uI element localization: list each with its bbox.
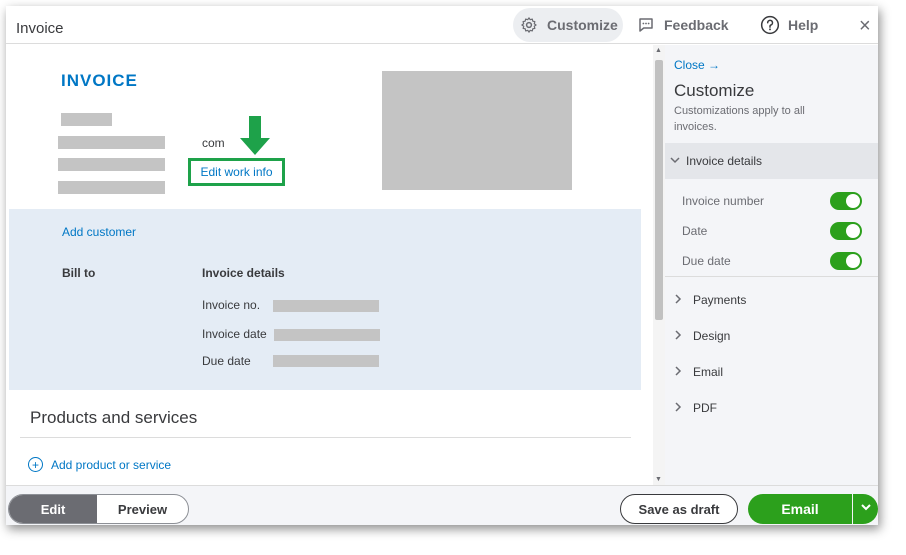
scrollbar[interactable]: ▲ ▼ <box>653 45 665 485</box>
window-title: Invoice <box>16 20 64 37</box>
feedback-label: Feedback <box>664 17 729 33</box>
toggle-row-due-date: Due date <box>682 251 862 271</box>
email-dropdown-button[interactable] <box>853 494 878 524</box>
company-name-redacted <box>61 113 112 126</box>
edit-work-info-link[interactable]: Edit work info <box>188 158 285 186</box>
footer-bar: Edit Preview Save as draft Email <box>6 485 878 525</box>
customize-label: Customize <box>547 17 618 33</box>
section-design[interactable]: Design <box>673 329 730 343</box>
date-toggle[interactable] <box>830 222 862 240</box>
company-email-suffix: com <box>202 136 225 150</box>
logo-placeholder[interactable] <box>382 71 572 190</box>
panel-title: Customize <box>674 81 755 100</box>
company-city-redacted <box>58 158 165 171</box>
invoice-heading: INVOICE <box>61 71 138 90</box>
scrollbar-thumb[interactable] <box>655 60 663 320</box>
add-customer-link[interactable]: Add customer <box>62 225 136 239</box>
chevron-down-icon <box>860 500 872 518</box>
scroll-down-icon[interactable]: ▼ <box>655 476 662 483</box>
invoice-number-toggle[interactable] <box>830 192 862 210</box>
invoice-body: INVOICE com Edit work info Add customer … <box>6 45 653 485</box>
toggle-label: Invoice number <box>682 194 765 208</box>
section-label: PDF <box>693 401 717 415</box>
company-address-redacted <box>58 136 165 149</box>
bill-to-label: Bill to <box>62 266 96 280</box>
customer-section: Add customer Bill to Invoice details Inv… <box>9 209 641 390</box>
divider <box>20 437 631 438</box>
feedback-icon <box>636 15 656 35</box>
section-label: Email <box>693 365 724 379</box>
customize-button[interactable]: Customize <box>513 8 623 42</box>
toggle-label: Date <box>682 224 708 238</box>
section-payments[interactable]: Payments <box>673 293 746 307</box>
due-date-toggle[interactable] <box>830 252 862 270</box>
help-icon <box>760 15 780 35</box>
save-as-draft-button[interactable]: Save as draft <box>620 494 738 524</box>
section-pdf[interactable]: PDF <box>673 401 717 415</box>
invoice-date-label: Invoice date <box>202 327 267 341</box>
panel-close-link[interactable]: Close → <box>674 58 720 72</box>
invoice-date-value[interactable] <box>274 329 380 341</box>
toggle-row-invoice-number: Invoice number <box>682 191 862 211</box>
preview-mode-button[interactable]: Preview <box>97 495 188 523</box>
edit-mode-button[interactable]: Edit <box>9 495 97 523</box>
invoice-details-heading: Invoice details <box>202 266 285 280</box>
help-label: Help <box>788 17 819 33</box>
products-heading: Products and services <box>30 408 198 427</box>
down-arrow-icon <box>239 116 271 161</box>
chevron-right-icon <box>673 329 693 343</box>
chevron-right-icon <box>673 293 693 307</box>
section-label: Invoice details <box>686 154 763 168</box>
add-product-label: Add product or service <box>51 457 172 472</box>
toggle-label: Due date <box>682 254 731 268</box>
plus-circle-icon: + <box>28 457 43 472</box>
customize-panel: Close → Customize Customizations apply t… <box>665 45 878 485</box>
toggle-row-date: Date <box>682 221 862 241</box>
scroll-up-icon[interactable]: ▲ <box>655 47 662 54</box>
chevron-right-icon <box>673 365 693 379</box>
section-invoice-details[interactable]: Invoice details <box>665 143 878 179</box>
due-date-value[interactable] <box>273 355 379 367</box>
due-date-label: Due date <box>202 354 251 368</box>
section-label: Payments <box>693 293 747 307</box>
close-icon[interactable]: × <box>859 16 871 36</box>
gear-icon <box>519 15 539 35</box>
edit-preview-toggle: Edit Preview <box>8 494 189 524</box>
chevron-right-icon <box>673 401 693 415</box>
invoice-no-label: Invoice no. <box>202 298 261 312</box>
panel-subtitle: Customizations apply to all invoices. <box>674 105 805 133</box>
section-label: Design <box>693 329 731 343</box>
add-product-button[interactable]: + Add product or service <box>28 457 171 472</box>
invoice-no-value[interactable] <box>273 300 379 312</box>
help-button[interactable]: Help <box>760 8 818 42</box>
section-email[interactable]: Email <box>673 365 723 379</box>
divider <box>665 276 878 277</box>
chevron-down-icon <box>670 155 686 168</box>
window-header: Invoice Customize Feedback Help × <box>6 6 878 44</box>
email-button[interactable]: Email <box>748 494 852 524</box>
feedback-button[interactable]: Feedback <box>636 8 729 42</box>
company-phone-redacted <box>58 181 165 194</box>
invoice-window: Invoice Customize Feedback Help × INVOIC… <box>6 6 878 525</box>
